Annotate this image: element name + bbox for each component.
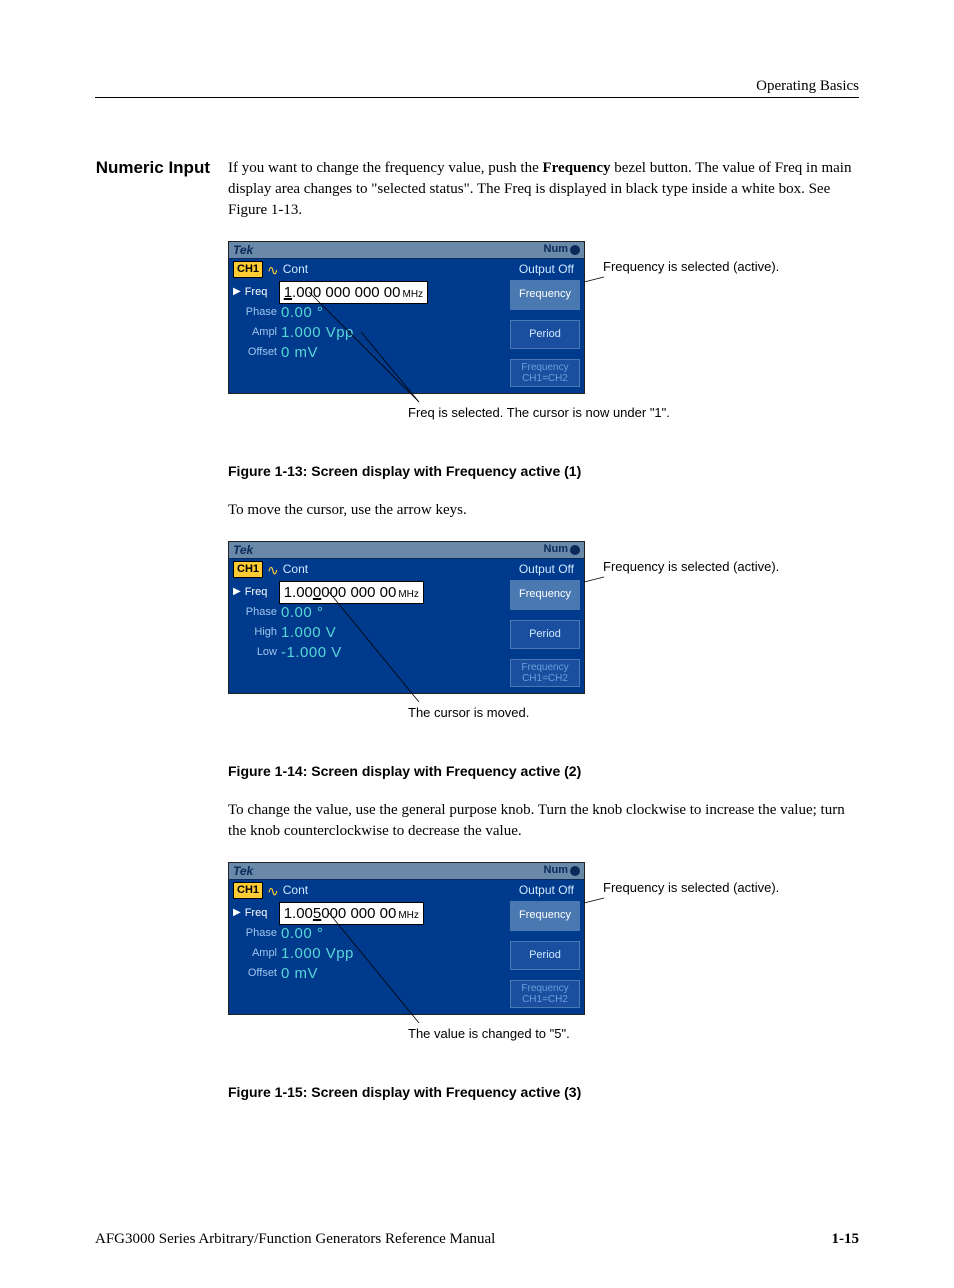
device-screen-3: Tek Num CH1 ∿ Cont Output Off <box>228 862 585 1015</box>
mode-label: Cont <box>283 561 308 578</box>
ampl-label: Ampl <box>233 325 277 340</box>
num-indicator: Num <box>544 863 568 878</box>
figure-caption-2: Figure 1-14: Screen display with Frequen… <box>228 762 859 782</box>
low-value: -1.000 V <box>281 642 342 663</box>
ampl-label: Ampl <box>233 946 277 961</box>
figure-caption-3: Figure 1-15: Screen display with Frequen… <box>228 1083 859 1103</box>
intro-paragraph: If you want to change the frequency valu… <box>228 158 859 221</box>
brand-label: Tek <box>233 242 253 259</box>
ampl-value: 1.000 Vpp <box>281 322 354 343</box>
footer-doc-title: AFG3000 Series Arbitrary/Function Genera… <box>95 1231 495 1248</box>
active-marker-icon: ▶ <box>233 585 241 599</box>
phase-value: 0.00 ° <box>281 602 323 623</box>
annotation-below-2: The cursor is moved. <box>228 694 859 722</box>
high-value: 1.000 V <box>281 622 336 643</box>
annotation-side-1: Frequency is selected (active). <box>603 241 779 275</box>
channel-badge: CH1 <box>233 561 263 578</box>
active-marker-icon: ▶ <box>233 285 241 299</box>
menu-frequency-button[interactable]: Frequency <box>510 280 580 309</box>
device-screen-1: Tek Num CH1 ∿ Cont Output Off <box>228 241 585 394</box>
knob-icon <box>570 866 580 876</box>
menu-freq-ch1ch2-button[interactable]: Frequency CH1=CH2 <box>510 980 580 1008</box>
active-marker-icon: ▶ <box>233 906 241 920</box>
brand-label: Tek <box>233 863 253 880</box>
phase-value: 0.00 ° <box>281 302 323 323</box>
para-cursor-move: To move the cursor, use the arrow keys. <box>228 500 859 521</box>
output-status: Output Off <box>519 882 580 899</box>
menu-freq-ch1ch2-button[interactable]: Frequency CH1=CH2 <box>510 359 580 387</box>
page-footer: AFG3000 Series Arbitrary/Function Genera… <box>95 1231 859 1248</box>
freq-input[interactable]: 1.005 000 000 00MHz <box>279 902 424 925</box>
waveform-icon: ∿ <box>267 263 279 277</box>
waveform-icon: ∿ <box>267 563 279 577</box>
figure-caption-1: Figure 1-13: Screen display with Frequen… <box>228 462 859 482</box>
offset-value: 0 mV <box>281 963 318 984</box>
device-screen-2: Tek Num CH1 ∿ Cont Output Off <box>228 541 585 694</box>
mode-label: Cont <box>283 882 308 899</box>
channel-badge: CH1 <box>233 261 263 278</box>
brand-label: Tek <box>233 542 253 559</box>
phase-label: Phase <box>233 605 277 620</box>
low-label: Low <box>233 645 277 660</box>
knob-icon <box>570 245 580 255</box>
annotation-side-3: Frequency is selected (active). <box>603 862 779 896</box>
freq-label: Freq <box>245 906 275 921</box>
freq-label: Freq <box>245 285 275 300</box>
menu-period-button[interactable]: Period <box>510 941 580 970</box>
annotation-below-1: Freq is selected. The cursor is now unde… <box>228 394 859 422</box>
waveform-icon: ∿ <box>267 884 279 898</box>
phase-value: 0.00 ° <box>281 923 323 944</box>
menu-frequency-button[interactable]: Frequency <box>510 901 580 930</box>
menu-freq-ch1ch2-button[interactable]: Frequency CH1=CH2 <box>510 659 580 687</box>
menu-period-button[interactable]: Period <box>510 620 580 649</box>
high-label: High <box>233 625 277 640</box>
phase-label: Phase <box>233 926 277 941</box>
knob-icon <box>570 545 580 555</box>
offset-label: Offset <box>233 345 277 360</box>
num-indicator: Num <box>544 242 568 257</box>
output-status: Output Off <box>519 261 580 278</box>
num-indicator: Num <box>544 542 568 557</box>
phase-label: Phase <box>233 305 277 320</box>
ampl-value: 1.000 Vpp <box>281 943 354 964</box>
annotation-below-3: The value is changed to "5". <box>228 1015 859 1043</box>
channel-badge: CH1 <box>233 882 263 899</box>
offset-label: Offset <box>233 966 277 981</box>
menu-period-button[interactable]: Period <box>510 320 580 349</box>
para-knob: To change the value, use the general pur… <box>228 800 859 842</box>
freq-input[interactable]: 1.000 000 000 00MHz <box>279 281 428 304</box>
section-heading: Numeric Input <box>95 158 210 178</box>
annotation-side-2: Frequency is selected (active). <box>603 541 779 575</box>
output-status: Output Off <box>519 561 580 578</box>
freq-label: Freq <box>245 585 275 600</box>
freq-input[interactable]: 1.000 000 000 00MHz <box>279 581 424 604</box>
menu-frequency-button[interactable]: Frequency <box>510 580 580 609</box>
offset-value: 0 mV <box>281 342 318 363</box>
header-title: Operating Basics <box>756 78 859 94</box>
page-header: Operating Basics <box>95 78 859 98</box>
mode-label: Cont <box>283 261 308 278</box>
footer-page-number: 1-15 <box>832 1231 860 1248</box>
